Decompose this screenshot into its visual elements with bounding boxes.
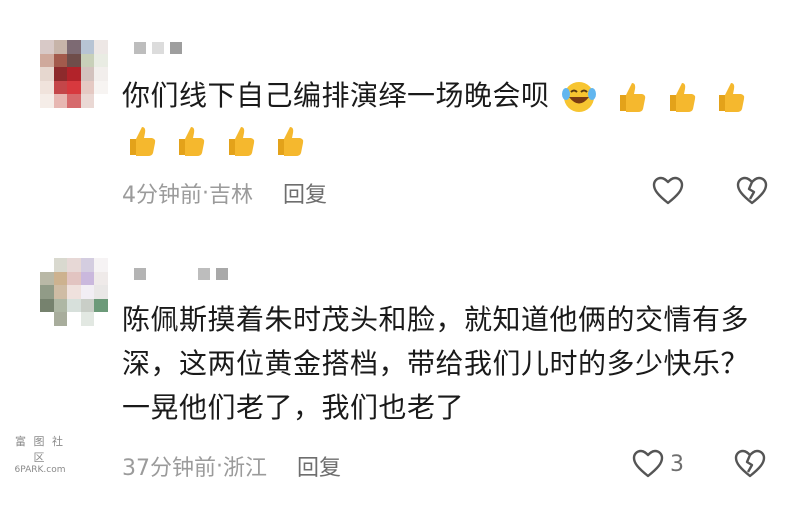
thumbs-up-emoji [228,127,255,156]
comment-body: 你们线下自己编排演绎一场晚会呗 [122,79,550,112]
username-blurred[interactable] [134,268,228,282]
thumbs-up-emoji [669,83,695,112]
separator: · [216,453,223,479]
site-watermark: 富 图 社 区 6PARK.com [8,433,72,475]
avatar[interactable] [40,258,108,326]
heart-outline-icon[interactable] [632,449,664,479]
comment-meta: 4分钟前 · 吉林 回复 [122,177,327,209]
watermark-domain: 6PARK.com [14,465,66,475]
comment-actions [652,176,768,206]
thumbs-up-emoji [719,83,745,112]
username-blurred[interactable] [134,42,182,56]
comment-text: 陈佩斯摸着朱时茂头和脸，就知道他俩的交情有多深，这两位黄金搭档，带给我们儿时的多… [122,298,770,430]
emoji-row-line2 [122,123,310,156]
broken-heart-icon[interactable] [734,449,766,479]
comment-text: 你们线下自己编排演绎一场晚会呗 [122,74,770,162]
watermark-title: 富 图 社 区 [15,435,65,464]
heart-outline-icon[interactable] [652,176,684,206]
like-count: 3 [670,451,684,477]
broken-heart-icon[interactable] [736,176,768,206]
comment-body: 陈佩斯摸着朱时茂头和脸，就知道他俩的交情有多深，这两位黄金搭档，带给我们儿时的多… [122,303,750,424]
thumbs-up-emoji [179,127,205,156]
laughing-emoji [561,82,596,112]
thumbs-up-emoji [130,127,156,156]
thumbs-up-emoji [278,127,304,156]
avatar[interactable] [40,40,108,108]
reply-button[interactable]: 回复 [297,450,341,482]
timestamp: 4分钟前 [122,183,202,208]
location: 吉林 [209,183,254,208]
timestamp: 37分钟前 [122,456,216,481]
emoji-row-line1 [550,79,752,112]
comment-meta: 37分钟前 · 浙江 回复 [122,450,341,482]
separator: · [202,180,209,206]
thumbs-up-emoji [620,83,646,112]
comment-actions: 3 [632,449,766,479]
location: 浙江 [223,456,268,481]
reply-button[interactable]: 回复 [283,177,327,209]
